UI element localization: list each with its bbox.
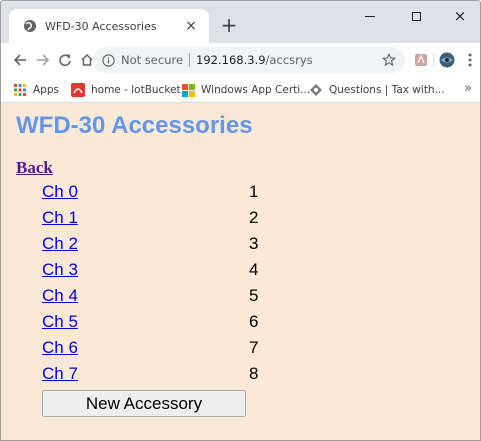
address-divider <box>189 53 191 67</box>
page-content: WFD-30 Accessories Back Ch 0 1 Ch 1 2 Ch… <box>1 104 480 440</box>
url-host: 192.168.3.9 <box>196 53 266 67</box>
back-arrow-button[interactable] <box>10 50 30 70</box>
lotbucket-icon <box>71 83 85 97</box>
back-link[interactable]: Back <box>16 158 53 178</box>
channel-value: 8 <box>249 364 259 383</box>
new-accessory-button[interactable]: New Accessory <box>42 390 246 417</box>
channel-link[interactable]: Ch 4 <box>42 286 78 306</box>
bookmarks-overflow-icon[interactable]: » <box>464 81 472 96</box>
maximize-icon <box>411 11 421 21</box>
channel-value: 5 <box>249 286 259 305</box>
bookmark-label: home - lotBucket <box>91 84 181 96</box>
windows-icon <box>181 83 195 97</box>
list-item: Ch 2 3 <box>1 234 480 256</box>
channel-value: 6 <box>249 312 259 331</box>
channel-value: 1 <box>249 182 259 201</box>
menu-kebab-icon[interactable] <box>462 52 478 68</box>
bookmarks-bar: Apps home - lotBucket Windows App Certi.… <box>1 77 480 103</box>
apps-grid-icon <box>13 83 27 97</box>
list-item: Ch 3 4 <box>1 260 480 282</box>
url-path: /accsrys <box>265 53 313 67</box>
list-item: Ch 0 1 <box>1 182 480 204</box>
channel-value: 2 <box>249 208 259 227</box>
list-item: Ch 5 6 <box>1 312 480 334</box>
reload-button[interactable] <box>55 50 75 70</box>
list-item: Ch 4 5 <box>1 286 480 308</box>
channel-value: 7 <box>249 338 259 357</box>
maximize-button[interactable] <box>393 1 439 31</box>
channel-link[interactable]: Ch 7 <box>42 364 78 384</box>
channel-link[interactable]: Ch 2 <box>42 234 78 254</box>
list-item: Ch 1 2 <box>1 208 480 230</box>
browser-tab[interactable]: WFD-30 Accessories × <box>9 9 209 43</box>
minimize-button[interactable] <box>347 1 393 31</box>
close-icon: × <box>453 6 467 25</box>
home-icon <box>81 53 93 66</box>
page-title: WFD-30 Accessories <box>16 112 253 139</box>
back-arrow-icon <box>13 54 26 66</box>
minimize-icon <box>365 15 375 17</box>
forward-arrow-button[interactable] <box>33 50 53 70</box>
tax-icon <box>309 83 323 97</box>
info-icon[interactable] <box>102 53 115 67</box>
channel-link[interactable]: Ch 6 <box>42 338 78 358</box>
tab-title: WFD-30 Accessories <box>45 19 157 33</box>
reload-icon <box>59 54 71 67</box>
new-tab-button[interactable]: + <box>217 14 241 38</box>
profile-avatar-icon[interactable] <box>439 52 455 68</box>
channel-link[interactable]: Ch 0 <box>42 182 78 202</box>
channel-link[interactable]: Ch 3 <box>42 260 78 280</box>
list-item: Ch 6 7 <box>1 338 480 360</box>
bookmark-apps[interactable]: Apps <box>13 82 59 98</box>
bookmark-star-icon[interactable] <box>381 52 397 68</box>
window-close-button[interactable]: × <box>437 1 480 31</box>
channel-link[interactable]: Ch 1 <box>42 208 78 228</box>
bookmark-windows-app-cert[interactable]: Windows App Certi... <box>181 82 310 98</box>
bookmark-questions-tax[interactable]: Questions | Tax with... <box>309 82 445 98</box>
toolbar-divider <box>433 53 434 67</box>
forward-arrow-icon <box>37 54 50 66</box>
bookmark-label: Questions | Tax with... <box>329 84 445 96</box>
pdf-extension-icon[interactable] <box>413 52 429 68</box>
tab-strip: WFD-30 Accessories × + × <box>1 1 480 43</box>
browser-window: WFD-30 Accessories × + × Not secure 192.… <box>0 0 481 441</box>
bookmark-label: Windows App Certi... <box>201 84 311 96</box>
security-label: Not secure <box>121 53 184 67</box>
list-item: Ch 7 8 <box>1 364 480 386</box>
bookmark-label: Apps <box>33 84 59 96</box>
channel-value: 4 <box>249 260 259 279</box>
bookmark-lotbucket[interactable]: home - lotBucket <box>71 82 181 98</box>
globe-icon <box>23 19 37 33</box>
channel-link[interactable]: Ch 5 <box>42 312 78 332</box>
tab-close-icon[interactable]: × <box>183 18 199 34</box>
channel-value: 3 <box>249 234 259 253</box>
browser-toolbar: Not secure 192.168.3.9 /accsrys <box>1 43 480 77</box>
address-bar[interactable]: Not secure 192.168.3.9 /accsrys <box>93 47 405 73</box>
